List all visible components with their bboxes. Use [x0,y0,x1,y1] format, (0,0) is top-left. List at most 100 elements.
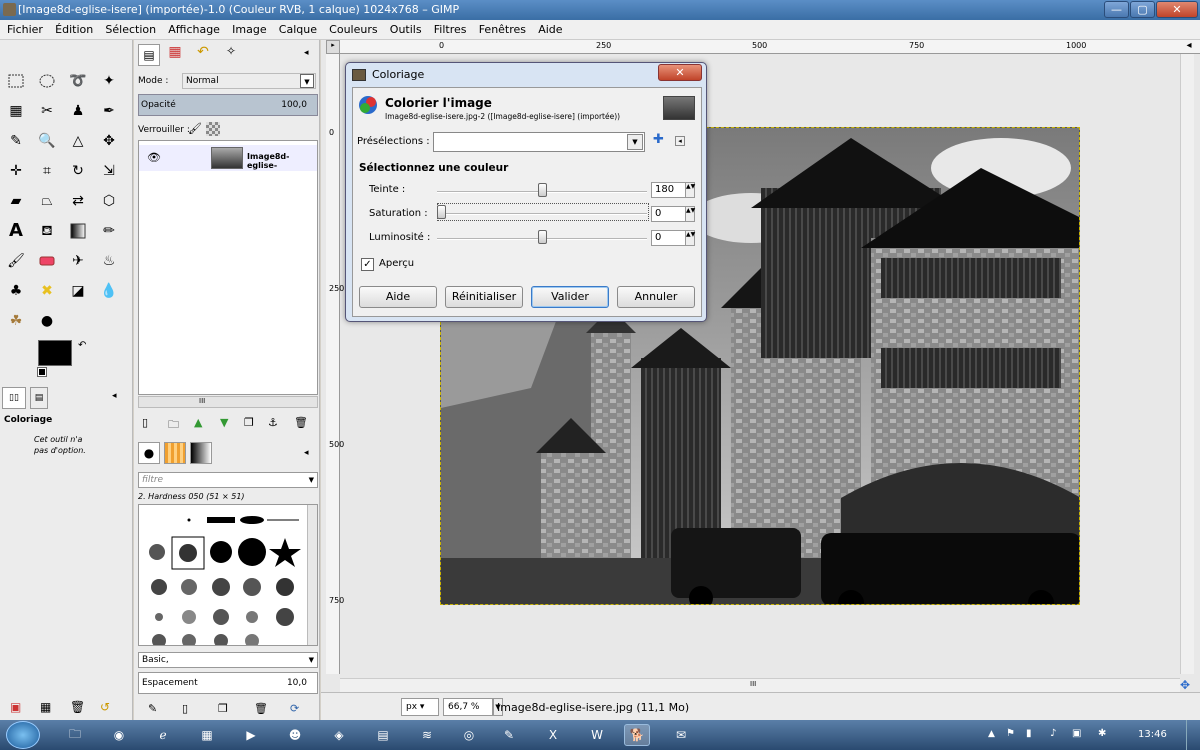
app2-icon[interactable]: ◈ [326,724,352,746]
paint-icon[interactable]: ✎ [496,724,522,746]
align-icon[interactable]: ✛ [5,160,27,182]
maximize-button[interactable]: ▢ [1130,1,1155,18]
start-button[interactable] [6,721,40,749]
tray-expand-icon[interactable]: ▲ [988,729,995,739]
measure-icon[interactable]: △ [67,130,89,152]
unit-select[interactable]: px ▾ [401,698,439,716]
saturation-slider-thumb[interactable] [437,205,446,219]
add-preset-icon[interactable]: ✚ [653,132,664,147]
tab-tool-options[interactable]: ▯▯ [2,387,26,409]
new-brush-icon[interactable]: ▯ [182,702,188,715]
gradient-icon[interactable] [67,220,89,242]
network-icon[interactable]: ▮ [1026,728,1032,739]
lightness-slider-thumb[interactable] [537,230,547,244]
show-desktop-button[interactable] [1186,720,1200,750]
heal-icon[interactable]: ✖ [36,280,58,302]
app-icon[interactable]: ☻ [282,724,308,746]
notes-icon[interactable]: ▤ [370,724,396,746]
delete-layer-icon[interactable]: 🗑 [294,416,308,429]
lightness-spin-arrows[interactable]: ▲▼ [685,230,695,246]
canvas-hscrollbar[interactable]: III [340,678,1180,692]
new-layer-icon[interactable]: ▯ [142,416,148,429]
presets-combo[interactable]: ▼ [433,132,645,152]
flip-icon[interactable]: ⇄ [67,190,89,212]
preview-checkbox[interactable]: ✓ [361,258,374,271]
by-color-select-icon[interactable]: ▦ [5,100,27,122]
ie-icon[interactable]: ℯ [150,724,176,746]
delete-brush-icon[interactable]: 🗑 [254,702,268,715]
brush-grid[interactable] [138,504,318,646]
perspective-clone-icon[interactable]: ◪ [67,280,89,302]
saturation-spin-arrows[interactable]: ▲▼ [685,206,695,222]
layers-hscrollbar[interactable]: III [138,396,318,408]
channels-tab-icon[interactable]: ▦ [164,44,186,66]
bucket-fill-icon[interactable]: ⛾ [36,220,58,242]
brushes-tab-icon[interactable]: ● [138,442,160,464]
duplicate-layer-icon[interactable]: ❐ [244,416,254,429]
navigate-icon[interactable]: ✥ [1180,678,1190,692]
chrome-icon[interactable]: ◎ [456,724,482,746]
undo-tab-icon[interactable]: ↶ [192,44,214,66]
cage-icon[interactable]: ⬡ [98,190,120,212]
edit-brush-icon[interactable]: ✎ [148,702,157,715]
menu-calque[interactable]: Calque [279,20,317,40]
save-options-icon[interactable]: ▣ [10,700,21,714]
delete-options-icon[interactable]: 🗑 [70,700,85,714]
brushes-panel-menu-icon[interactable]: ◂ [304,448,309,458]
menu-fenetres[interactable]: Fenêtres [479,20,526,40]
eraser-icon[interactable] [36,250,58,272]
dialog-close-button[interactable]: ✕ [658,64,702,81]
menu-aide[interactable]: Aide [538,20,562,40]
hue-slider-thumb[interactable] [537,183,547,197]
swap-colors-icon[interactable]: ↶ [78,340,86,351]
fuzzy-select-icon[interactable]: ✦ [98,70,120,92]
canvas-vscrollbar[interactable] [1180,54,1194,674]
reset-button[interactable]: Réinitialiser [445,286,523,308]
lightness-spinbutton[interactable]: 0 [651,230,687,246]
paths-icon[interactable]: ✒ [98,100,120,122]
new-group-icon[interactable]: 🗀 [168,416,179,435]
foreground-color[interactable] [38,340,72,366]
layers-tab-icon[interactable]: ▤ [138,44,160,66]
flag-icon[interactable]: ⚑ [1006,728,1015,739]
pencil-icon[interactable]: ✏ [98,220,120,242]
gimp-task-icon[interactable]: 🐕 [624,724,650,746]
hue-spinbutton[interactable]: 180 [651,182,687,198]
cancel-button[interactable]: Annuler [617,286,695,308]
menu-selection[interactable]: Sélection [105,20,156,40]
menu-edition[interactable]: Édition [55,20,93,40]
app3-icon[interactable]: ≋ [414,724,440,746]
foreground-select-icon[interactable]: ♟ [67,100,89,122]
volume-icon[interactable]: ♪ [1050,728,1056,739]
brush-filter-input[interactable]: filtre ▼ [138,472,318,488]
ellipse-select-icon[interactable] [36,70,58,92]
chevron-right-icon[interactable]: ◂ [1180,40,1198,54]
media-player-icon[interactable]: ▶ [238,724,264,746]
tab-device-status[interactable]: ▤ [30,387,48,409]
rect-select-icon[interactable] [5,70,27,92]
color-picker-icon[interactable]: ✎ [5,130,27,152]
smudge-icon[interactable]: ☘ [5,310,27,332]
anchor-layer-icon[interactable]: ⚓ [268,416,278,429]
lock-alpha-icon[interactable] [206,122,220,136]
messenger-icon[interactable]: ✉ [668,724,694,746]
text-tool-icon[interactable]: A [5,220,27,242]
close-button[interactable]: ✕ [1156,1,1198,18]
presets-menu-icon[interactable]: ◂ [675,136,685,146]
reset-options-icon[interactable]: ↺ [100,700,110,714]
saturation-slider[interactable] [437,213,647,215]
airbrush-icon[interactable]: ✈ [67,250,89,272]
gradients-tab-icon[interactable] [190,442,212,464]
explorer-icon[interactable]: 🗀 [62,724,88,746]
spacing-slider[interactable]: Espacement 10,0 [138,672,318,694]
minimize-button[interactable]: — [1104,1,1129,18]
calculator-icon[interactable]: ▦ [194,724,220,746]
hue-spin-arrows[interactable]: ▲▼ [685,182,695,198]
menu-fichier[interactable]: Fichier [7,20,43,40]
lock-pixels-icon[interactable]: 🖌 [188,122,202,135]
raise-layer-icon[interactable]: ▲ [194,416,202,429]
layer-row[interactable]: 👁 Image8d-eglise- [139,145,317,171]
bluetooth-icon[interactable]: ✱ [1098,728,1106,739]
crop-icon[interactable]: ⌗ [36,160,58,182]
ink-icon[interactable]: ♨ [98,250,120,272]
